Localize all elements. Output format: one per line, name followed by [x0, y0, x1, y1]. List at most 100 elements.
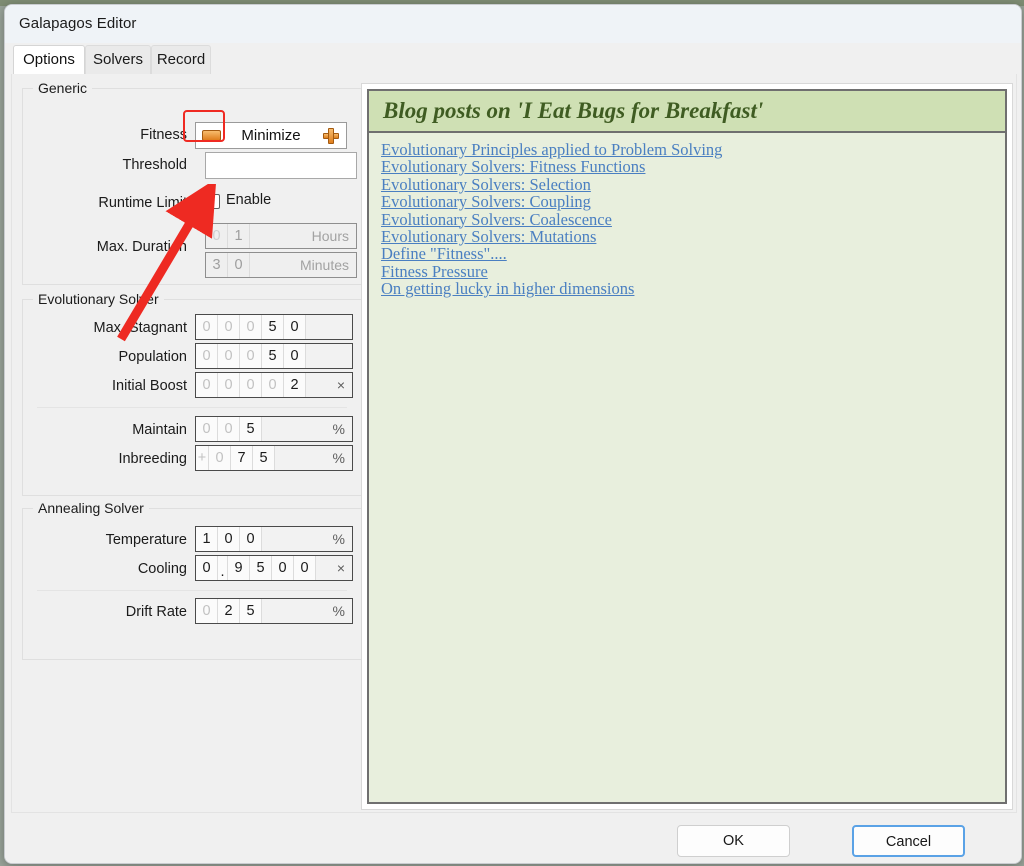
digit-cell[interactable]: 0 [240, 527, 262, 551]
digit-cell[interactable]: 2 [284, 373, 306, 397]
tab-options[interactable]: Options [13, 45, 85, 76]
fitness-label: Fitness [140, 127, 187, 143]
digit-cell[interactable]: 0 [218, 315, 240, 339]
digit-field-unit: × [336, 556, 352, 580]
ok-button[interactable]: OK [677, 825, 790, 857]
annealing-solver-legend: Annealing Solver [33, 500, 149, 516]
digit-cell[interactable]: 5 [240, 417, 262, 441]
blog-link[interactable]: Evolutionary Solvers: Coalescence [381, 210, 997, 228]
max-stagnant-field[interactable]: 00050 [195, 314, 353, 340]
digit-field-filler [306, 373, 337, 397]
digit-field-unit: Minutes [299, 253, 356, 277]
digit-cell[interactable]: 0 [284, 344, 306, 368]
digit-cell[interactable]: 0 [196, 599, 218, 623]
digit-field-filler [262, 417, 333, 441]
digit-cell[interactable]: 5 [253, 446, 275, 470]
max-duration-minutes-field[interactable]: 3 0 Minutes [205, 252, 357, 278]
blog-header: Blog posts on 'I Eat Bugs for Breakfast' [369, 91, 1005, 133]
temperature-field[interactable]: 1 0 0% [195, 526, 353, 552]
digit-cell[interactable]: 0 [206, 224, 228, 248]
digit-cell[interactable]: 0 [294, 556, 316, 580]
digit-cell[interactable]: 9 [228, 556, 250, 580]
digit-cell[interactable]: 0 [196, 373, 218, 397]
digit-cell[interactable]: 0 [240, 344, 262, 368]
digit-cell[interactable]: 5 [262, 315, 284, 339]
annealing-solver-group: Annealing Solver Temperature 1 0 0% Coolin… [22, 500, 362, 660]
blog-link[interactable]: Evolutionary Solvers: Fitness Functions [381, 158, 997, 176]
digit-field-unit: % [332, 527, 352, 551]
evolutionary-separator [37, 407, 347, 408]
digit-cell[interactable]: 5 [240, 599, 262, 623]
digit-cell[interactable]: 7 [231, 446, 253, 470]
inbreeding-field[interactable]: +0 7 5% [195, 445, 353, 471]
initial-boost-label: Initial Boost [112, 378, 187, 394]
digit-field-filler [250, 253, 300, 277]
digit-cell[interactable]: 0 [284, 315, 306, 339]
digit-cell[interactable]: 0 [218, 373, 240, 397]
digit-cell[interactable]: 0 [272, 556, 294, 580]
digit-cell[interactable]: 1 [228, 224, 250, 248]
fitness-selector[interactable]: Minimize [195, 122, 347, 149]
blog-panel: Blog posts on 'I Eat Bugs for Breakfast'… [361, 83, 1013, 810]
digit-cell[interactable]: . [218, 556, 228, 580]
digit-cell[interactable]: 1 [196, 527, 218, 551]
digit-cell[interactable]: 2 [218, 599, 240, 623]
digit-cell[interactable]: 3 [206, 253, 228, 277]
minus-icon [201, 130, 221, 141]
digit-cell[interactable]: 5 [250, 556, 272, 580]
enable-checkbox-label: Enable [226, 192, 272, 208]
digit-cell[interactable]: 0 [218, 344, 240, 368]
tab-strip: Options Solvers Record [5, 43, 1021, 76]
blog-link[interactable]: Define "Fitness".... [381, 245, 997, 263]
temperature-label: Temperature [105, 532, 187, 548]
digit-cell[interactable]: 0 [196, 315, 218, 339]
drift-rate-field[interactable]: 0 2 5% [195, 598, 353, 624]
digit-cell-sign[interactable]: + [196, 446, 209, 470]
blog-link-list: Evolutionary Principles applied to Probl… [381, 141, 997, 298]
digit-cell[interactable]: 0 [228, 253, 250, 277]
cooling-label: Cooling [137, 561, 187, 577]
digit-field-filler [262, 527, 333, 551]
digit-cell[interactable]: 0 [196, 417, 218, 441]
cancel-button[interactable]: Cancel [852, 825, 965, 857]
maintain-label: Maintain [132, 422, 187, 438]
blog-title: Blog posts on 'I Eat Bugs for Breakfast' [383, 98, 764, 123]
max-duration-hours-field[interactable]: 0 1 Hours [205, 223, 357, 249]
digit-field-unit [345, 344, 352, 368]
blog-link[interactable]: Evolutionary Solvers: Selection [381, 175, 997, 193]
tab-solvers[interactable]: Solvers [85, 45, 151, 76]
fitness-maximize-button[interactable] [316, 123, 346, 148]
digit-cell[interactable]: 0 [209, 446, 231, 470]
enable-checkbox[interactable] [205, 194, 220, 209]
digit-cell[interactable]: 0 [262, 373, 284, 397]
digit-field-filler [250, 224, 312, 248]
cooling-field[interactable]: 0. 9 5 0 0 × [195, 555, 353, 581]
digit-cell[interactable]: 0 [240, 373, 262, 397]
blog-link[interactable]: Fitness Pressure [381, 262, 997, 280]
evolutionary-solver-legend: Evolutionary Solver [33, 291, 164, 307]
maintain-field[interactable]: 0 0 5% [195, 416, 353, 442]
digit-cell[interactable]: 0 [218, 527, 240, 551]
digit-cell[interactable]: 0 [218, 417, 240, 441]
digit-field-unit: % [332, 446, 352, 470]
tab-record[interactable]: Record [151, 45, 211, 76]
blog-panel-inner: Blog posts on 'I Eat Bugs for Breakfast'… [367, 89, 1007, 804]
threshold-input[interactable] [205, 152, 357, 179]
blog-link[interactable]: Evolutionary Solvers: Mutations [381, 228, 997, 246]
digit-cell[interactable]: 0 [196, 556, 218, 580]
blog-link[interactable]: Evolutionary Principles applied to Probl… [381, 141, 997, 159]
title-bar: Galapagos Editor [5, 5, 1021, 44]
generic-group: Generic Fitness Minimize Threshold Runti… [22, 80, 362, 285]
annealing-separator [37, 590, 347, 591]
blog-link[interactable]: On getting lucky in higher dimensions [381, 280, 997, 298]
blog-link[interactable]: Evolutionary Solvers: Coupling [381, 193, 997, 211]
initial-boost-field[interactable]: 0 0 0 0 2 × [195, 372, 353, 398]
digit-cell[interactable]: 0 [240, 315, 262, 339]
digit-cell[interactable]: 0 [196, 344, 218, 368]
drift-rate-label: Drift Rate [125, 604, 187, 620]
fitness-minimize-button[interactable] [196, 123, 226, 148]
population-field[interactable]: 00050 [195, 343, 353, 369]
inbreeding-label: Inbreeding [118, 451, 187, 467]
digit-cell[interactable]: 5 [262, 344, 284, 368]
generic-group-legend: Generic [33, 80, 93, 96]
